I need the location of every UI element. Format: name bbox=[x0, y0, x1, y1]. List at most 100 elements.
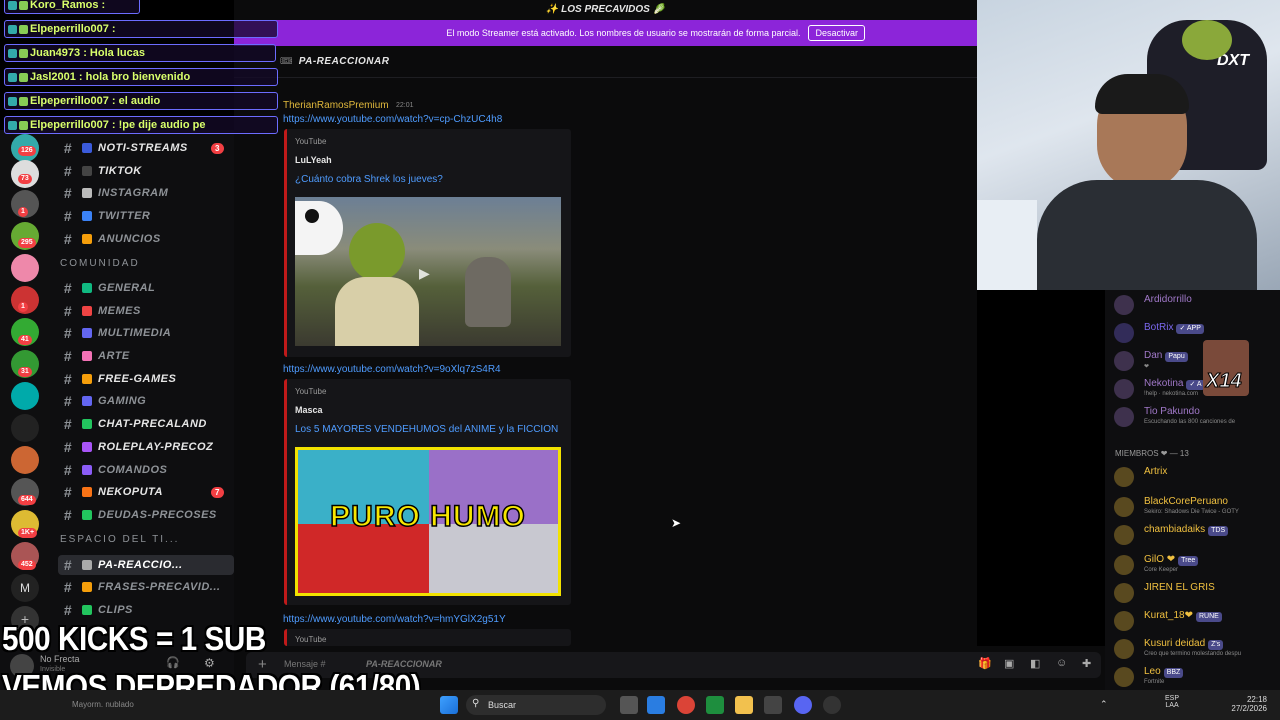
channel-emoji-icon bbox=[82, 211, 92, 221]
channel-item[interactable]: # TIKTOK bbox=[58, 161, 234, 181]
embed-author[interactable]: Masca bbox=[295, 405, 323, 415]
channel-emoji-icon bbox=[82, 465, 92, 475]
channel-item[interactable]: # TWITTER bbox=[58, 206, 234, 226]
hash-icon: # bbox=[63, 507, 73, 523]
channel-item[interactable]: # NEKOPUTA 7 bbox=[58, 482, 234, 502]
member-item[interactable]: BotRix ✓ APP bbox=[1114, 320, 1280, 346]
channel-emoji-icon bbox=[82, 582, 92, 592]
member-activity: Fortnite bbox=[1144, 679, 1165, 685]
embed-thumbnail-purohumo[interactable]: PURO HUMO bbox=[295, 447, 561, 596]
gift-icon[interactable]: 🎁 bbox=[978, 657, 992, 670]
discord-icon[interactable] bbox=[794, 696, 812, 714]
member-item[interactable]: Kurat_18❤ RUNE bbox=[1114, 608, 1280, 634]
gif-icon[interactable]: ▣ bbox=[1004, 657, 1014, 670]
hash-icon: # bbox=[63, 579, 73, 595]
play-icon[interactable]: ▶ bbox=[419, 265, 430, 282]
channel-icon: 🎟 bbox=[280, 56, 293, 67]
member-item[interactable]: Artrix bbox=[1114, 464, 1280, 490]
message-author[interactable]: TherianRamosPremium bbox=[283, 100, 389, 111]
channel-item[interactable]: # MULTIMEDIA bbox=[58, 323, 234, 343]
channel-item[interactable]: # CLIPS bbox=[58, 600, 234, 620]
members-header: MIEMBROS ❤ — 13 bbox=[1115, 449, 1189, 458]
member-item[interactable]: Dan Papu ❤ bbox=[1114, 348, 1280, 374]
channel-item[interactable]: # DEUDAS-PRECOSES bbox=[58, 505, 234, 525]
member-item[interactable]: BlackCorePeruano Sekiro: Shadows Die Twic… bbox=[1114, 494, 1280, 520]
chrome-icon[interactable] bbox=[677, 696, 695, 714]
tray-chevron-icon[interactable]: ⌃ bbox=[1100, 699, 1108, 710]
channel-label: ARTE bbox=[98, 350, 130, 362]
channel-item[interactable]: # PA-REACCIO... bbox=[58, 555, 234, 575]
server-badge: 73 bbox=[18, 174, 32, 184]
member-item[interactable]: Tio Pakundo Escuchando las 800 canciones … bbox=[1114, 404, 1280, 430]
channel-category[interactable]: COMUNIDAD bbox=[60, 258, 140, 269]
member-activity: Creo que termino molestando despu bbox=[1144, 651, 1242, 657]
hash-icon: # bbox=[63, 348, 73, 364]
channel-emoji-icon bbox=[82, 560, 92, 570]
hash-icon: # bbox=[63, 280, 73, 296]
message-time: 22:01 bbox=[396, 102, 414, 109]
task-view-icon[interactable] bbox=[620, 696, 638, 714]
avatar bbox=[1114, 667, 1134, 687]
channel-emoji-icon bbox=[82, 234, 92, 244]
youtube-link-2[interactable]: https://www.youtube.com/watch?v=9oXlq7zS… bbox=[283, 364, 501, 375]
channel-emoji-icon bbox=[82, 283, 92, 293]
channel-label: MEMES bbox=[98, 305, 141, 317]
channel-item[interactable]: # CHAT-PRECALAND bbox=[58, 414, 234, 434]
apps-icon[interactable]: ✚ bbox=[1082, 657, 1091, 670]
badge-icon bbox=[8, 96, 17, 106]
excel-icon[interactable] bbox=[706, 696, 724, 714]
clock[interactable]: 22:18 27/2/2026 bbox=[1225, 695, 1267, 713]
youtube-link-3[interactable]: https://www.youtube.com/watch?v=hmYGlX2g… bbox=[283, 614, 506, 625]
channel-item[interactable]: # NOTI-STREAMS 3 bbox=[58, 138, 234, 158]
embed-author[interactable]: LuLYeah bbox=[295, 155, 332, 165]
taskbar-search[interactable]: ⚲ Buscar bbox=[466, 695, 606, 715]
member-item[interactable]: chambiadaiks TDS bbox=[1114, 522, 1280, 548]
channel-item[interactable]: # GAMING bbox=[58, 391, 234, 411]
embed-thumbnail-shrek[interactable]: ▶ bbox=[295, 197, 561, 346]
member-item[interactable]: Kusuri deidad Z's Creo que termino molesta… bbox=[1114, 636, 1280, 662]
channel-emoji-icon bbox=[82, 442, 92, 452]
channel-item[interactable]: # MEMES bbox=[58, 301, 234, 321]
server-badge: 644 bbox=[18, 495, 36, 505]
youtube-link-1[interactable]: https://www.youtube.com/watch?v=cp-ChzUC… bbox=[283, 114, 502, 125]
sticker-icon[interactable]: ◧ bbox=[1030, 657, 1040, 670]
store-icon[interactable] bbox=[764, 696, 782, 714]
embed-title[interactable]: Los 5 MAYORES VENDEHUMOS del ANIME y la … bbox=[295, 424, 558, 435]
server-badge: 126 bbox=[18, 146, 36, 156]
channel-item[interactable]: # ARTE bbox=[58, 346, 234, 366]
channel-item[interactable]: # ANUNCIOS bbox=[58, 229, 234, 249]
channel-label: NOTI-STREAMS bbox=[98, 142, 188, 154]
deactivate-button[interactable]: Desactivar bbox=[808, 25, 865, 41]
member-name: Leo bbox=[1144, 666, 1161, 677]
channel-item[interactable]: # FRASES-PRECAVID... bbox=[58, 577, 234, 597]
member-item[interactable]: JIREN EL GRIS bbox=[1114, 580, 1280, 606]
channel-emoji-icon bbox=[82, 605, 92, 615]
file-explorer-icon[interactable] bbox=[735, 696, 753, 714]
channel-emoji-icon bbox=[82, 188, 92, 198]
emoji-icon[interactable]: ☺ bbox=[1056, 657, 1067, 669]
server-badge: 295 bbox=[18, 238, 36, 248]
member-tag: ✓ A bbox=[1186, 380, 1205, 390]
avatar bbox=[1114, 323, 1134, 343]
member-item[interactable]: Leo BBZ Fortnite bbox=[1114, 664, 1280, 690]
channel-item[interactable]: # INSTAGRAM bbox=[58, 183, 234, 203]
member-activity: Sekiro: Shadows Die Twice - GOTY bbox=[1144, 509, 1239, 515]
channel-emoji-icon bbox=[82, 510, 92, 520]
member-item[interactable]: Nekotina ✓ A !help · nekotina.com bbox=[1114, 376, 1280, 402]
embed-title[interactable]: ¿Cuánto cobra Shrek los jueves? bbox=[295, 174, 443, 185]
language-indicator[interactable]: ESP LAA bbox=[1165, 695, 1179, 709]
channel-category[interactable]: ESPACIO DEL TI... bbox=[60, 534, 179, 545]
youtube-embed-3: YouTube bbox=[284, 629, 571, 646]
channel-item[interactable]: # GENERAL bbox=[58, 278, 234, 298]
start-icon[interactable] bbox=[440, 696, 458, 714]
member-item[interactable]: GilO ❤ Tree Core Keeper bbox=[1114, 552, 1280, 578]
member-item[interactable]: Ardidorrillo bbox=[1114, 292, 1280, 318]
member-name: Kusuri deidad bbox=[1144, 638, 1206, 649]
embed-provider: YouTube bbox=[295, 635, 327, 644]
channel-item[interactable]: # COMANDOS bbox=[58, 460, 234, 480]
obs-icon[interactable] bbox=[823, 696, 841, 714]
youtube-embed-1: YouTube LuLYeah ¿Cuánto cobra Shrek los … bbox=[284, 129, 571, 357]
channel-item[interactable]: # FREE-GAMES bbox=[58, 369, 234, 389]
copilot-icon[interactable] bbox=[647, 696, 665, 714]
channel-item[interactable]: # ROLEPLAY-PRECOZ bbox=[58, 437, 234, 457]
